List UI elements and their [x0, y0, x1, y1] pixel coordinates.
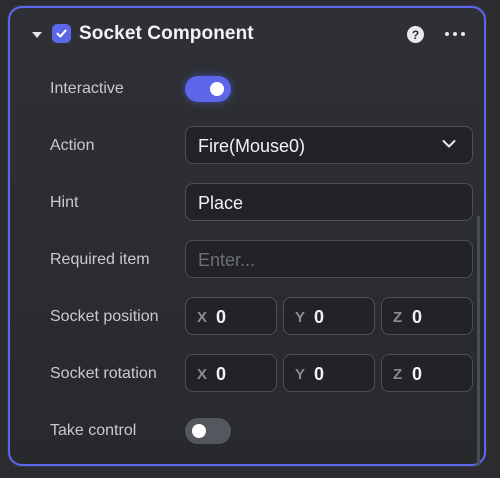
more-horizontal-icon[interactable] [445, 32, 465, 38]
socket-rotation-x-field[interactable]: X 0 [185, 354, 277, 392]
socket-position-x-value: 0 [216, 307, 227, 327]
action-label: Action [50, 137, 95, 154]
axis-label-y: Y [295, 309, 306, 326]
axis-label-y: Y [295, 366, 306, 383]
required-item-label: Required item [50, 251, 150, 268]
required-item-placeholder: Enter... [198, 250, 256, 270]
action-dropdown[interactable]: Fire(Mouse0) [185, 126, 473, 164]
socket-rotation-y-value: 0 [314, 364, 325, 384]
socket-rotation-y-field[interactable]: Y 0 [283, 354, 375, 392]
action-selected-value: Fire(Mouse0) [198, 136, 306, 156]
axis-label-z: Z [393, 309, 403, 326]
socket-rotation-z-field[interactable]: Z 0 [381, 354, 473, 392]
required-item-input[interactable]: Enter... [185, 240, 473, 278]
hint-input[interactable]: Place [185, 183, 473, 221]
axis-label-x: X [197, 309, 208, 326]
checkmark-icon [56, 29, 67, 38]
axis-label-z: Z [393, 366, 403, 383]
hint-label: Hint [50, 194, 79, 211]
interactive-toggle[interactable] [185, 76, 231, 102]
take-control-toggle[interactable] [185, 418, 231, 444]
component-header: Socket Component ? [10, 8, 484, 60]
component-title: Socket Component [79, 23, 254, 44]
collapse-caret-icon[interactable] [32, 32, 42, 38]
scrollbar[interactable] [477, 216, 480, 466]
chevron-down-icon [442, 140, 456, 148]
hint-value: Place [198, 193, 244, 213]
socket-position-y-value: 0 [314, 307, 325, 327]
socket-position-z-value: 0 [412, 307, 423, 327]
socket-position-label: Socket position [50, 308, 159, 325]
socket-position-y-field[interactable]: Y 0 [283, 297, 375, 335]
socket-position-x-field[interactable]: X 0 [185, 297, 277, 335]
question-circle-icon[interactable]: ? [407, 26, 424, 43]
axis-label-x: X [197, 366, 208, 383]
socket-rotation-label: Socket rotation [50, 365, 157, 382]
socket-position-z-field[interactable]: Z 0 [381, 297, 473, 335]
socket-rotation-z-value: 0 [412, 364, 423, 384]
toggle-knob [210, 82, 224, 96]
component-enabled-checkbox[interactable] [52, 24, 71, 43]
socket-rotation-x-value: 0 [216, 364, 227, 384]
take-control-label: Take control [50, 422, 137, 439]
interactive-label: Interactive [50, 80, 124, 97]
toggle-knob [192, 424, 206, 438]
socket-component-panel: Socket Component ? Interactive Action Fi… [8, 6, 486, 466]
